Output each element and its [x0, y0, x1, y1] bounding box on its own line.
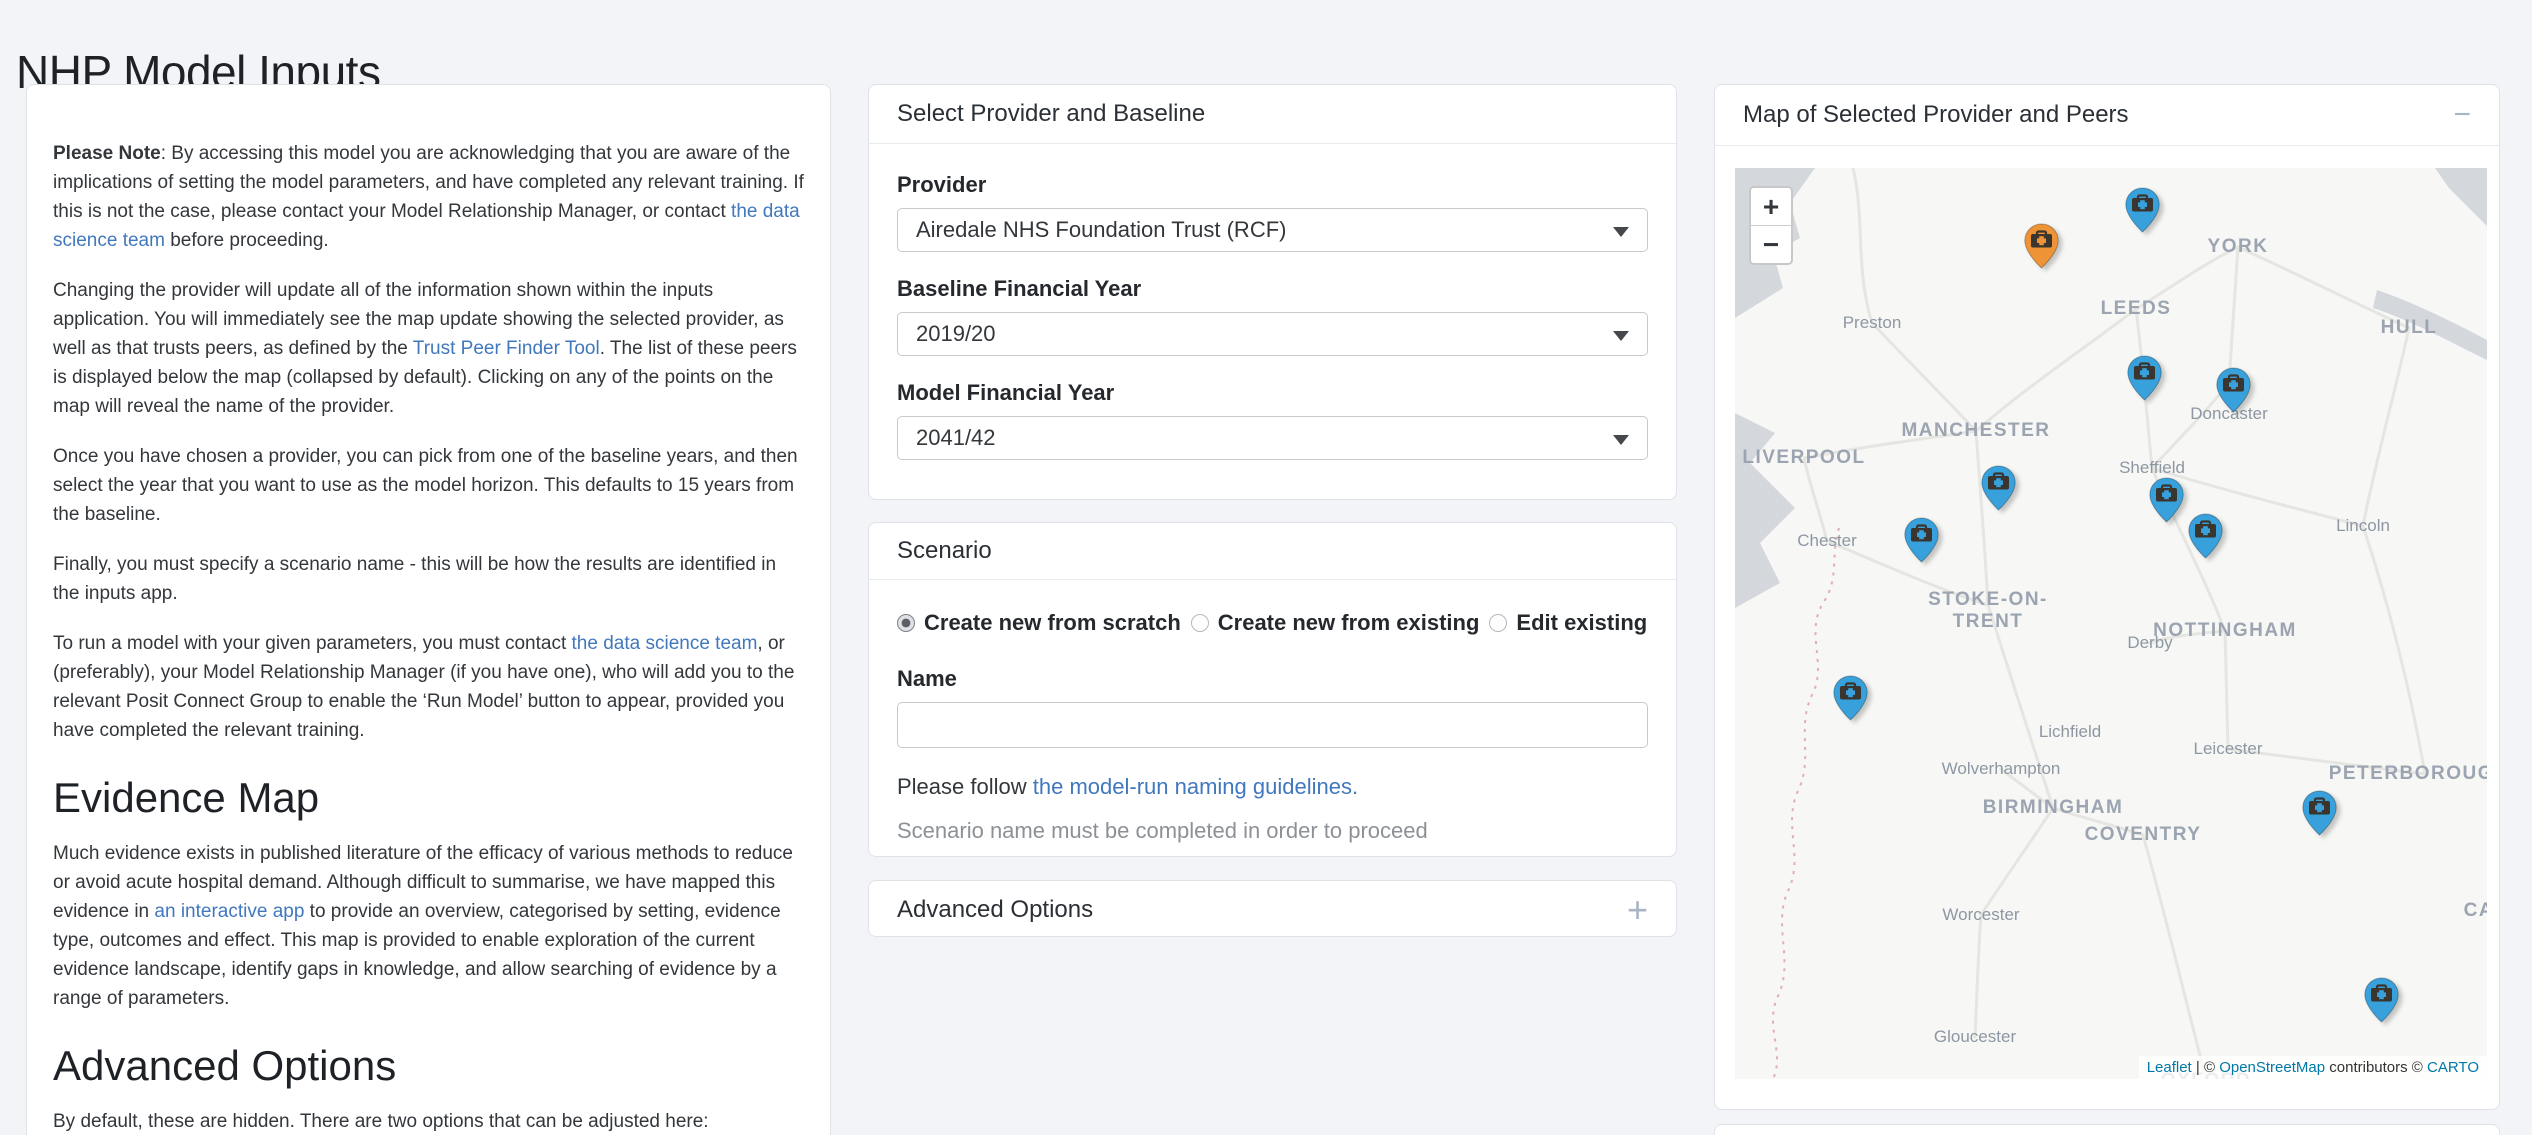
zoom-out-button[interactable]: −: [1751, 226, 1791, 263]
map-card-title: Map of Selected Provider and Peers: [1743, 101, 2129, 129]
map-card: Map of Selected Provider and Peers −: [1714, 84, 2500, 1110]
intro-panel: Please Note: By accessing this model you…: [26, 84, 831, 1135]
text-span: | ©: [2192, 1059, 2219, 1076]
peer-provider-marker[interactable]: [2127, 355, 2162, 401]
radio-unselected-icon[interactable]: [1489, 614, 1507, 632]
peer-provider-marker[interactable]: [2302, 790, 2337, 836]
peer-provider-marker[interactable]: [2364, 977, 2399, 1023]
chevron-down-icon: [1613, 331, 1629, 341]
intro-content: Please Note: By accessing this model you…: [53, 139, 804, 1135]
scenario-name-label: Name: [897, 666, 1648, 692]
baseline-year-label: Baseline Financial Year: [897, 276, 1648, 302]
scenario-radio-option[interactable]: Create new from scratch: [897, 610, 1181, 636]
chevron-down-icon: [1613, 227, 1629, 237]
peer-provider-marker[interactable]: [2216, 367, 2251, 413]
scenario-radio-group: Create new from scratch Create new from e…: [897, 610, 1648, 636]
provider-label: Provider: [897, 172, 1648, 198]
intro-paragraph: Much evidence exists in published litera…: [53, 839, 804, 1013]
select-provider-card-title: Select Provider and Baseline: [897, 100, 1205, 128]
model-year-label: Model Financial Year: [897, 380, 1648, 406]
model-year-select-value: 2041/42: [916, 425, 996, 451]
peer-provider-marker[interactable]: [2125, 187, 2160, 233]
model-year-select[interactable]: 2041/42: [897, 416, 1648, 460]
map-zoom-control: + −: [1749, 186, 1793, 265]
map-attribution: Leaflet | © OpenStreetMap contributors ©…: [2139, 1056, 2487, 1079]
intro-paragraph: By default, these are hidden. There are …: [53, 1107, 804, 1135]
select-provider-card-header: Select Provider and Baseline: [869, 85, 1676, 144]
text-link[interactable]: OpenStreetMap: [2219, 1059, 2325, 1076]
expand-plus-icon[interactable]: +: [1627, 892, 1648, 928]
below-map-card-peek: [1714, 1124, 2500, 1135]
intro-paragraph: To run a model with your given parameter…: [53, 629, 804, 745]
advanced-options-title: Advanced Options: [897, 896, 1093, 924]
scenario-radio-option[interactable]: Edit existing: [1489, 610, 1647, 636]
text-link[interactable]: the model-run naming guidelines.: [1033, 774, 1358, 799]
scenario-card: Scenario Create new from scratchCreate n…: [868, 522, 1677, 857]
nhp-model-inputs-page: NHP Model Inputs Please Note: By accessi…: [0, 0, 2532, 1135]
text-link[interactable]: CARTO: [2427, 1059, 2479, 1076]
peer-provider-marker[interactable]: [1833, 675, 1868, 721]
text-span: Please follow: [897, 774, 1033, 799]
text-link[interactable]: the data science team: [572, 633, 758, 654]
peer-provider-marker[interactable]: [2149, 477, 2184, 523]
text-link[interactable]: an interactive app: [154, 901, 304, 922]
map-card-header: Map of Selected Provider and Peers −: [1715, 85, 2499, 146]
peer-provider-marker[interactable]: [2188, 513, 2223, 559]
text-link[interactable]: Trust Peer Finder Tool: [413, 338, 600, 359]
text-span: By default, these are hidden. There are …: [53, 1111, 709, 1132]
scenario-card-header: Scenario: [869, 523, 1676, 580]
scenario-radio-option[interactable]: Create new from existing: [1191, 610, 1480, 636]
section-heading: Advanced Options: [53, 1041, 804, 1091]
intro-paragraph: Changing the provider will update all of…: [53, 276, 804, 421]
zoom-in-button[interactable]: +: [1751, 188, 1791, 226]
baseline-year-select[interactable]: 2019/20: [897, 312, 1648, 356]
radio-selected-icon[interactable]: [897, 614, 915, 632]
provider-select[interactable]: Airedale NHS Foundation Trust (RCF): [897, 208, 1648, 252]
intro-paragraph: Once you have chosen a provider, you can…: [53, 442, 804, 529]
scenario-name-input[interactable]: [897, 702, 1648, 748]
advanced-options-card: Advanced Options +: [868, 880, 1677, 937]
section-heading: Evidence Map: [53, 773, 804, 823]
scenario-radio-label: Create new from scratch: [924, 610, 1181, 636]
provider-select-value: Airedale NHS Foundation Trust (RCF): [916, 217, 1286, 243]
naming-guidelines-help: Please follow the model-run naming guide…: [897, 774, 1648, 800]
advanced-options-header[interactable]: Advanced Options +: [869, 881, 1676, 938]
selected-provider-marker[interactable]: [2024, 223, 2059, 269]
select-provider-card: Select Provider and Baseline Provider Ai…: [868, 84, 1677, 500]
text-span: before proceeding.: [165, 230, 329, 251]
chevron-down-icon: [1613, 435, 1629, 445]
text-span: contributors ©: [2325, 1059, 2427, 1076]
collapse-minus-icon[interactable]: −: [2453, 100, 2471, 130]
baseline-year-select-value: 2019/20: [916, 321, 996, 347]
text-span: Finally, you must specify a scenario nam…: [53, 554, 776, 604]
text-span: Once you have chosen a provider, you can…: [53, 446, 798, 525]
scenario-radio-label: Create new from existing: [1218, 610, 1480, 636]
text-link[interactable]: Leaflet: [2147, 1059, 2192, 1076]
peer-provider-marker[interactable]: [1981, 465, 2016, 511]
map-base-tiles: [1735, 168, 2487, 1079]
intro-paragraph: Please Note: By accessing this model you…: [53, 139, 804, 255]
intro-paragraph: Finally, you must specify a scenario nam…: [53, 550, 804, 608]
scenario-card-title: Scenario: [897, 537, 992, 565]
text-span: Please Note: [53, 143, 161, 164]
scenario-name-hint: Scenario name must be completed in order…: [897, 818, 1648, 844]
text-span: : By accessing this model you are acknow…: [53, 143, 804, 222]
text-span: To run a model with your given parameter…: [53, 633, 572, 654]
peer-provider-marker[interactable]: [1904, 517, 1939, 563]
scenario-radio-label: Edit existing: [1516, 610, 1647, 636]
leaflet-map[interactable]: YORKLEEDSPrestonHULLMANCHESTERLIVERPOOLD…: [1735, 168, 2487, 1079]
radio-unselected-icon[interactable]: [1191, 614, 1209, 632]
